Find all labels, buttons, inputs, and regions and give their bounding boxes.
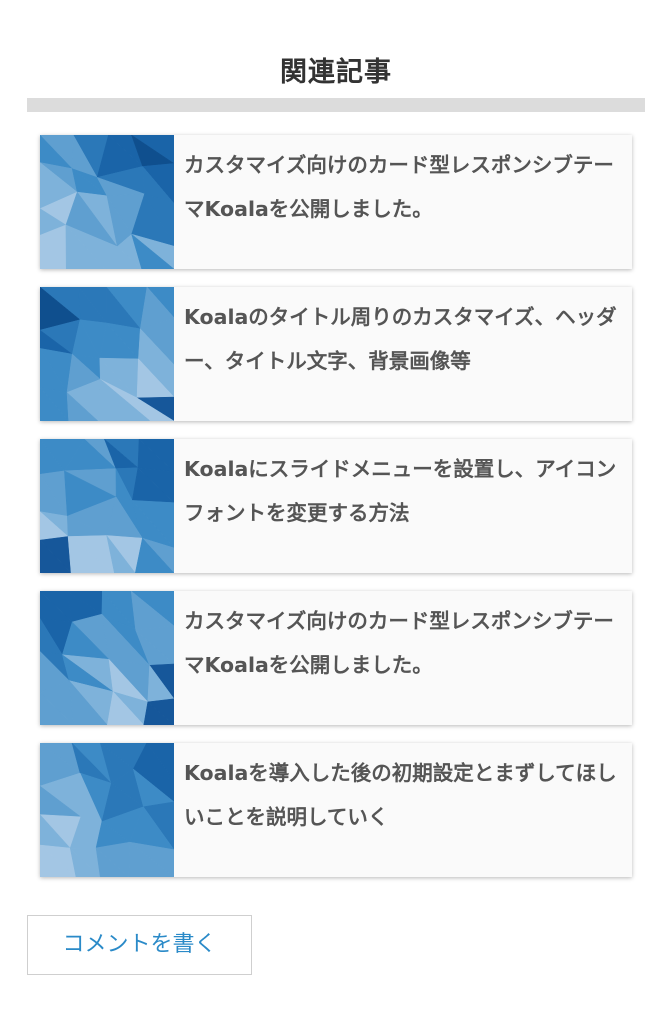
article-thumbnail	[40, 439, 174, 573]
related-article-card[interactable]: Koalaを導入した後の初期設定とまずしてほしいことを説明していく	[40, 743, 632, 877]
polygon-image	[40, 135, 174, 269]
related-article-card[interactable]: Koalaにスライドメニューを設置し、アイコンフォントを変更する方法	[40, 439, 632, 573]
polygon-image	[40, 743, 174, 877]
title-divider	[27, 98, 645, 112]
article-title: Koalaを導入した後の初期設定とまずしてほしいことを説明していく	[184, 761, 617, 829]
article-thumbnail	[40, 591, 174, 725]
article-thumbnail	[40, 287, 174, 421]
article-thumbnail	[40, 135, 174, 269]
article-thumbnail	[40, 743, 174, 877]
article-title: Koalaにスライドメニューを設置し、アイコンフォントを変更する方法	[184, 457, 617, 525]
article-title: Koalaのタイトル周りのカスタマイズ、ヘッダー、タイトル文字、背景画像等	[184, 305, 617, 373]
related-article-card[interactable]: カスタマイズ向けのカード型レスポンシブテーマKoalaを公開しました。	[40, 591, 632, 725]
related-article-card[interactable]: カスタマイズ向けのカード型レスポンシブテーマKoalaを公開しました。	[40, 135, 632, 269]
polygon-image	[40, 287, 174, 421]
polygon-image	[40, 439, 174, 573]
article-title: カスタマイズ向けのカード型レスポンシブテーマKoalaを公開しました。	[184, 153, 614, 221]
polygon-image	[40, 591, 174, 725]
related-articles-page: 関連記事 カスタマイズ向けのカード型レスポンシブテーマKoalaを公開しました。…	[0, 0, 672, 1024]
write-comment-button[interactable]: コメントを書く	[27, 915, 252, 975]
section-title: 関連記事	[280, 57, 392, 88]
related-article-card[interactable]: Koalaのタイトル周りのカスタマイズ、ヘッダー、タイトル文字、背景画像等	[40, 287, 632, 421]
related-articles-list: カスタマイズ向けのカード型レスポンシブテーマKoalaを公開しました。 Koal…	[40, 135, 632, 895]
article-title: カスタマイズ向けのカード型レスポンシブテーマKoalaを公開しました。	[184, 609, 614, 677]
